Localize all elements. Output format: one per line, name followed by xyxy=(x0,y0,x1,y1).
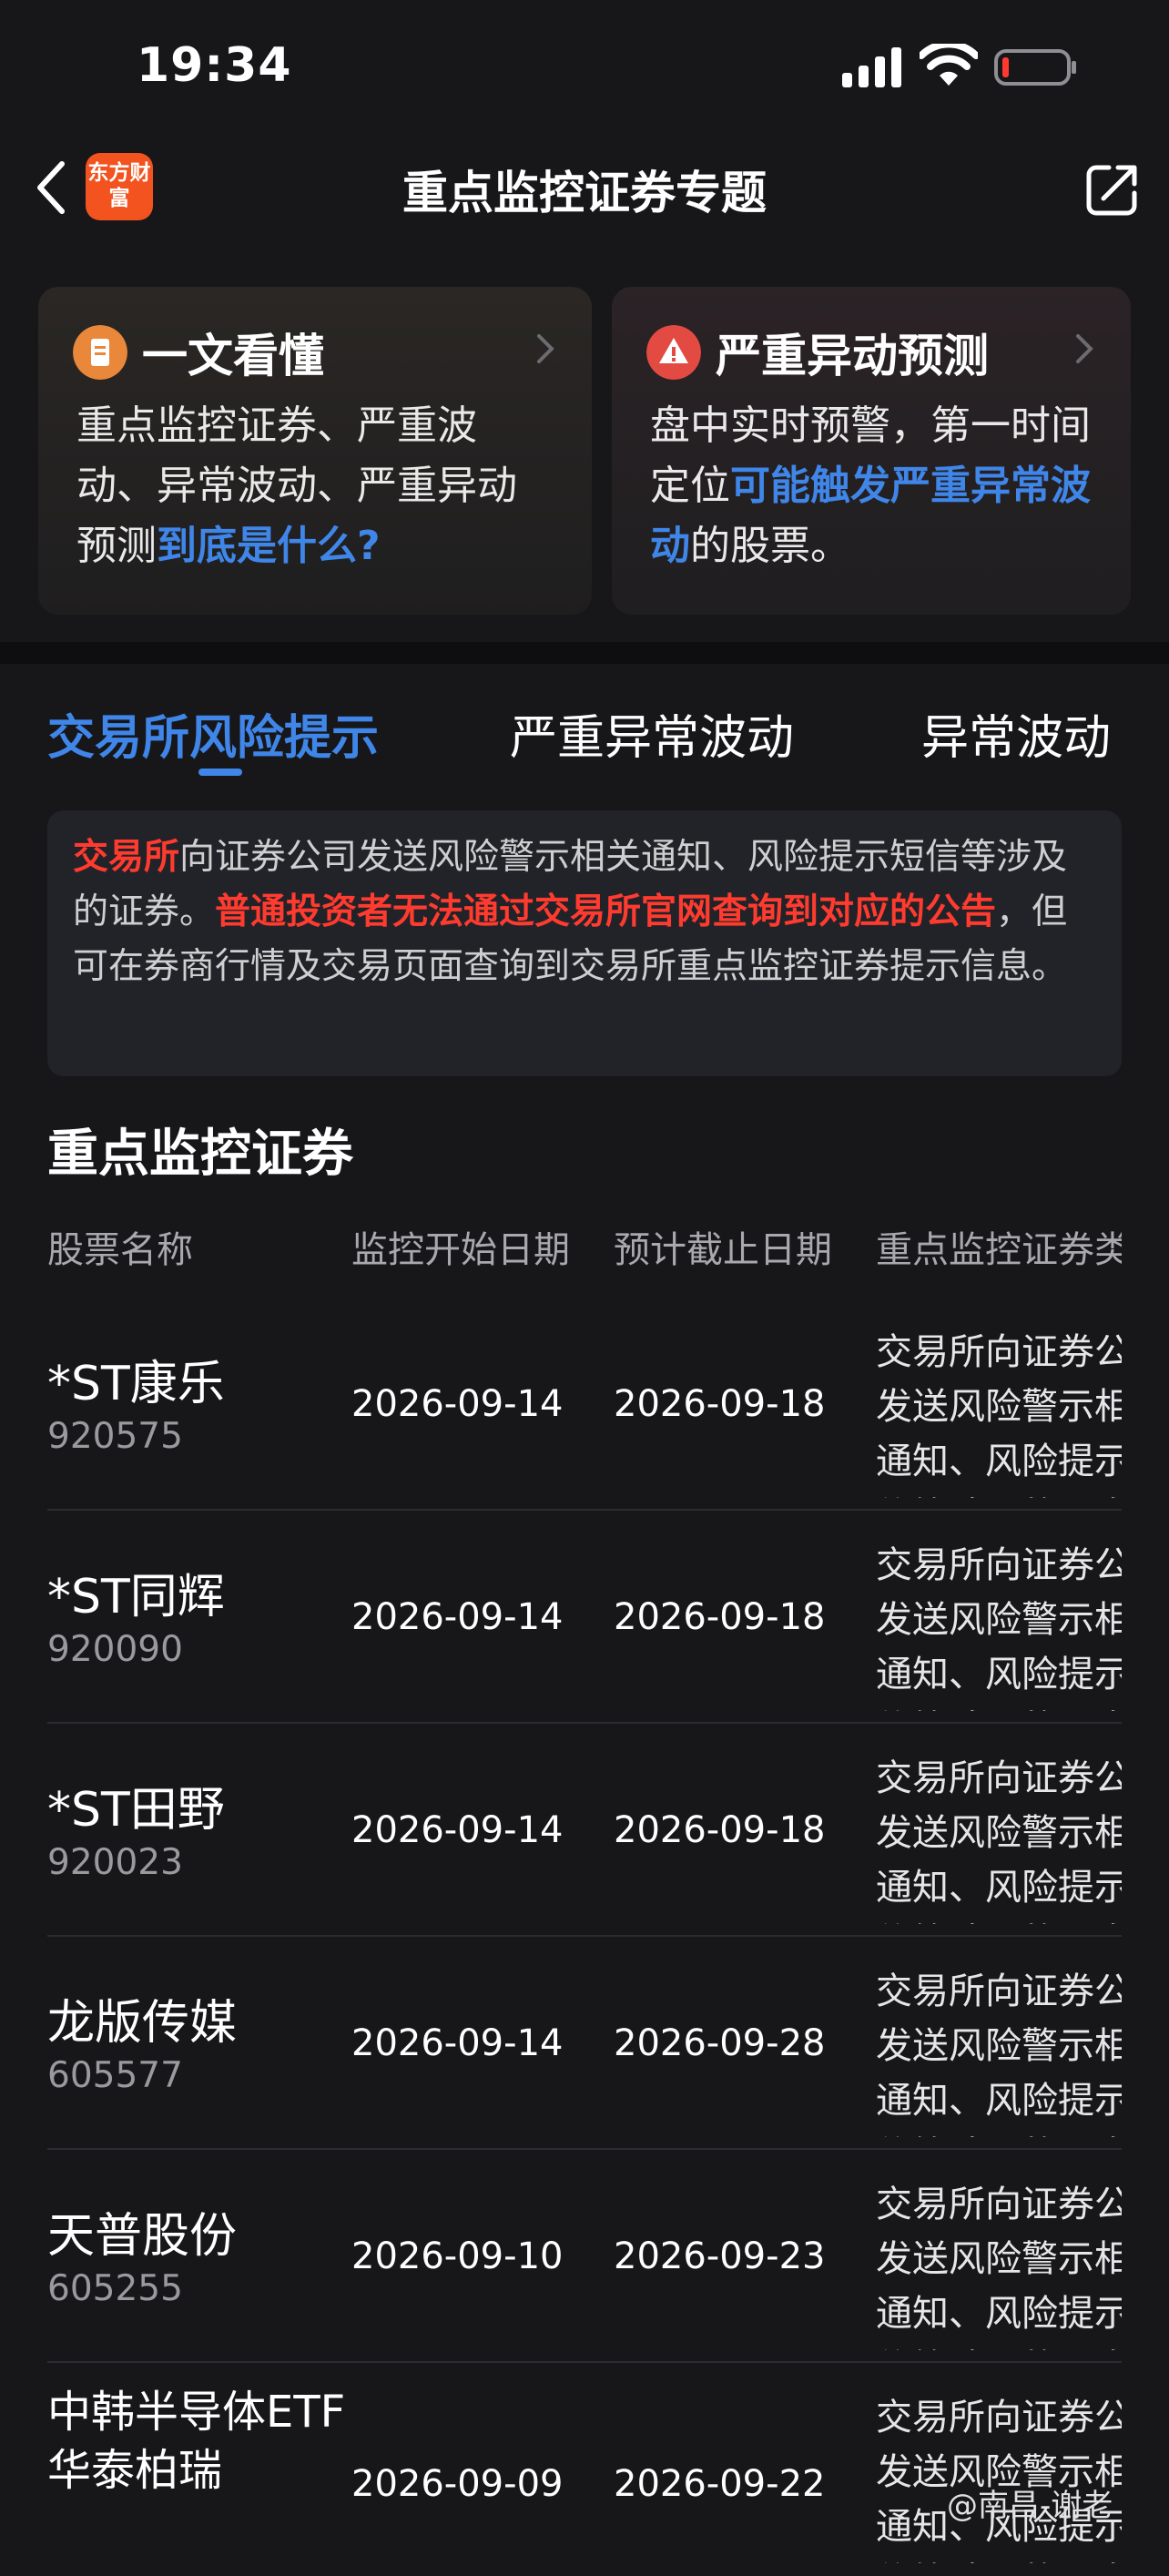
start-date: 2026-09-09 xyxy=(351,2463,564,2505)
column-header-type: 重点监控证券类 xyxy=(876,1229,1122,1271)
table-row[interactable]: *ST田野 920023 2026-09-14 2026-09-18 交易所向证… xyxy=(0,1724,1169,1937)
notice-box: 交易所向证券公司发送风险警示相关通知、风险提示短信等涉及的证券。普通投资者无法通… xyxy=(47,810,1122,1076)
start-date: 2026-09-14 xyxy=(351,1809,564,1851)
start-date: 2026-09-14 xyxy=(351,2022,564,2064)
stock-code: 920023 xyxy=(47,1842,183,1883)
wifi-icon xyxy=(920,44,978,86)
stock-name: *ST田野 xyxy=(47,1783,225,1838)
column-header-start: 监控开始日期 xyxy=(351,1229,570,1271)
monitor-type: 交易所向证券公司发送风险警示相关通知、风险提示短信等涉及的证券 xyxy=(876,1757,1122,1924)
chevron-right-icon xyxy=(537,334,554,363)
table-row[interactable]: *ST康乐 920575 2026-09-14 2026-09-18 交易所向证… xyxy=(0,1298,1169,1511)
stock-code: 605577 xyxy=(47,2055,183,2096)
table-row[interactable]: 龙版传媒 605577 2026-09-14 2026-09-28 交易所向证券… xyxy=(0,1937,1169,2150)
tab-exchange-risk[interactable]: 交易所风险提示 xyxy=(47,699,379,768)
start-date: 2026-09-10 xyxy=(351,2235,564,2277)
monitor-type: 交易所向证券公司发送风险警示相关通知、风险提示短信等涉及的证券 xyxy=(876,2397,1122,2563)
tab-abnormal[interactable]: 异常波动 xyxy=(921,699,1111,768)
stock-code: 920575 xyxy=(47,1416,183,1457)
section-divider xyxy=(0,642,1169,664)
end-date: 2026-09-18 xyxy=(614,1383,826,1425)
table-row[interactable]: *ST同辉 920090 2026-09-14 2026-09-18 交易所向证… xyxy=(0,1511,1169,1724)
card-description: 盘中实时预警，第一时间定位可能触发严重异常波动的股票。 xyxy=(650,402,1091,569)
document-icon xyxy=(73,325,127,380)
chevron-right-icon xyxy=(1076,334,1093,363)
stock-code: 920090 xyxy=(47,1629,183,1670)
cellular-signal-icon xyxy=(842,47,901,87)
column-header-end: 预计截止日期 xyxy=(614,1229,832,1271)
nav-bar: 东方财富 重点监控证券专题 xyxy=(0,137,1169,246)
card-description: 重点监控证券、严重波动、异常波动、严重异动预测到底是什么? xyxy=(76,402,517,569)
stock-name: 龙版传媒 xyxy=(47,1996,238,2051)
monitor-type: 交易所向证券公司发送风险警示相关通知、风险提示短信等涉及的证券 xyxy=(876,2184,1122,2350)
table-row[interactable]: 中韩半导体ETF华泰柏瑞 2026-09-09 2026-09-22 交易所向证… xyxy=(0,2363,1169,2576)
feature-cards: 一文看懂 重点监控证券、严重波动、异常波动、严重异动预测到底是什么? 严重异动预… xyxy=(0,278,1169,642)
card-explainer[interactable]: 一文看懂 重点监控证券、严重波动、异常波动、严重异动预测到底是什么? xyxy=(38,287,592,615)
column-header-name: 股票名称 xyxy=(47,1229,193,1271)
end-date: 2026-09-28 xyxy=(614,2022,826,2064)
page-title: 重点监控证券专题 xyxy=(402,167,767,219)
watermark: @南昌-谢老 xyxy=(947,2488,1113,2524)
section-title: 重点监控证券 xyxy=(47,1125,353,1184)
card-title: 一文看懂 xyxy=(142,330,324,382)
tab-bar: 交易所风险提示 严重异常波动 异常波动 xyxy=(0,692,1169,792)
tab-severe-abnormal[interactable]: 严重异常波动 xyxy=(510,699,794,768)
start-date: 2026-09-14 xyxy=(351,1383,564,1425)
stock-code: 605255 xyxy=(47,2268,183,2309)
stock-name: *ST同辉 xyxy=(47,1570,225,1624)
monitor-type: 交易所向证券公司发送风险警示相关通知、风险提示短信等涉及的证券 xyxy=(876,1544,1122,1711)
end-date: 2026-09-23 xyxy=(614,2235,826,2277)
stock-name: 天普股份 xyxy=(47,2209,238,2264)
end-date: 2026-09-18 xyxy=(614,1596,826,1638)
active-tab-indicator xyxy=(198,769,242,776)
alert-icon xyxy=(646,325,701,380)
start-date: 2026-09-14 xyxy=(351,1596,564,1638)
monitor-type: 交易所向证券公司发送风险警示相关通知、风险提示短信等涉及的证券 xyxy=(876,1331,1122,1498)
card-title: 严重异动预测 xyxy=(716,330,989,382)
stock-name: 中韩半导体ETF华泰柏瑞 xyxy=(47,2387,346,2496)
card-link-text: 到底是什么? xyxy=(157,523,381,569)
card-prediction[interactable]: 严重异动预测 盘中实时预警，第一时间定位可能触发严重异常波动的股票。 xyxy=(612,287,1131,615)
table-row[interactable]: 天普股份 605255 2026-09-10 2026-09-23 交易所向证券… xyxy=(0,2150,1169,2363)
end-date: 2026-09-22 xyxy=(614,2463,826,2505)
share-icon[interactable] xyxy=(1083,160,1142,219)
battery-icon xyxy=(994,49,1076,86)
status-time: 19:34 xyxy=(137,38,292,93)
stock-name: *ST康乐 xyxy=(47,1357,225,1411)
monitor-type: 交易所向证券公司发送风险警示相关通知、风险提示短信等涉及的证券 xyxy=(876,1970,1122,2137)
status-bar: 19:34 xyxy=(0,0,1169,137)
end-date: 2026-09-18 xyxy=(614,1809,826,1851)
